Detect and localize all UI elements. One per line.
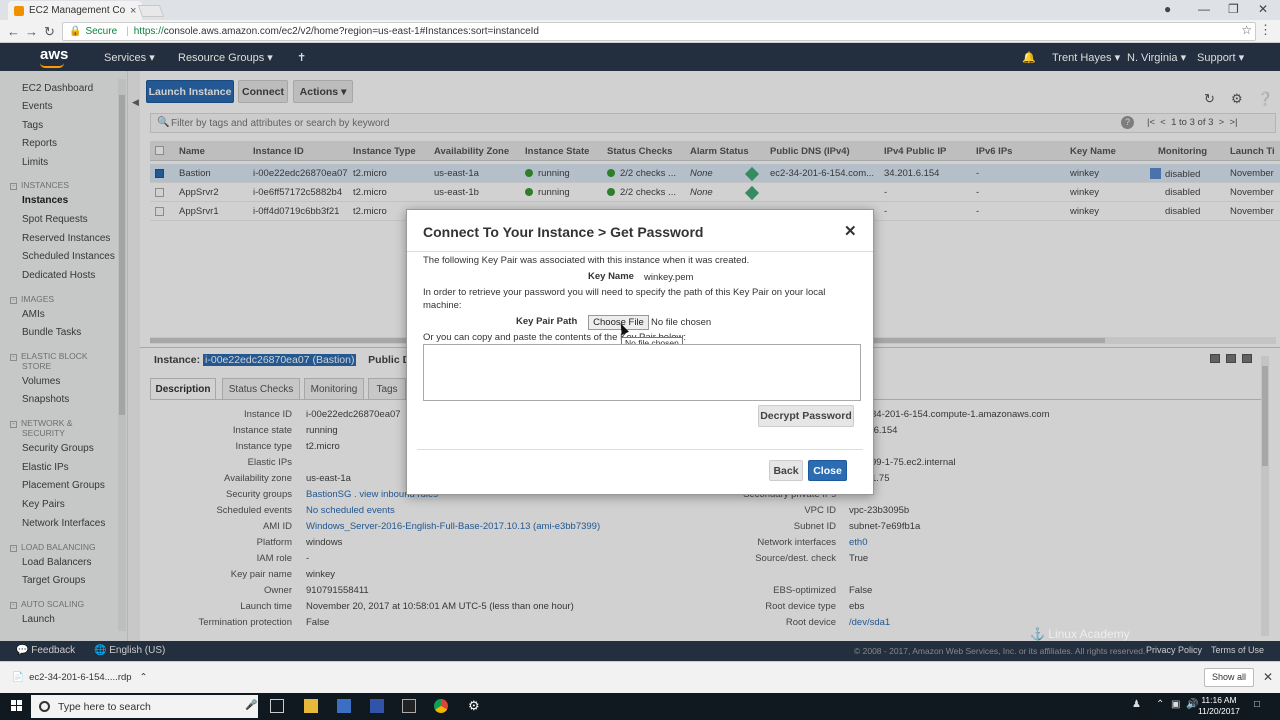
key-name-value: winkey.pem (644, 272, 694, 283)
feedback-link[interactable]: 💬 Feedback (16, 645, 75, 656)
minimize-icon[interactable]: — (1198, 2, 1210, 16)
user-label: Trent Hayes (1052, 52, 1112, 64)
watermark-logo-icon: ⚓ (1030, 627, 1045, 641)
key-pair-contents-textarea[interactable] (423, 344, 861, 401)
tab-title: EC2 Management Conso (29, 5, 125, 16)
intro-text: The following Key Pair was associated wi… (423, 255, 750, 266)
bookmark-star-icon[interactable]: ☆ (1241, 23, 1252, 37)
region-menu[interactable]: N. Virginia ▾ (1127, 51, 1186, 64)
aws-logo[interactable]: aws (40, 46, 69, 68)
watermark-text: Linux Academy (1048, 627, 1130, 641)
microphone-icon[interactable]: 🎤 (245, 700, 257, 711)
key-name-label: Key Name (588, 271, 634, 282)
terminal-icon[interactable] (402, 699, 416, 713)
instructions-text: In order to retrieve your password you w… (423, 287, 826, 311)
terms-link[interactable]: Terms of Use (1211, 645, 1264, 655)
forward-arrow-icon[interactable]: → (25, 24, 38, 39)
tray-chevron-icon[interactable]: ⌃ (1156, 699, 1164, 710)
url-scheme: https:// (133, 26, 164, 37)
aws-top-nav: aws Services ▾ Resource Groups ▾ ✝ 🔔 Tre… (0, 43, 1280, 71)
url-input[interactable]: 🔒 Secure | https:// console.aws.amazon.c… (62, 22, 1256, 41)
close-shelf-icon[interactable]: ✕ (1263, 670, 1273, 684)
services-label: Services (104, 52, 147, 64)
taskbar-search-input[interactable]: Type here to search 🎤 (31, 695, 258, 718)
app-icon[interactable] (337, 699, 351, 713)
copyright-text: © 2008 - 2017, Amazon Web Services, Inc.… (854, 646, 1146, 656)
language-selector[interactable]: 🌐 English (US) (94, 645, 165, 656)
task-view-icon[interactable] (270, 699, 284, 713)
decrypt-password-button[interactable]: Decrypt Password (758, 405, 854, 427)
close-tab-icon[interactable]: × (130, 5, 136, 17)
lock-icon: 🔒 (69, 26, 82, 37)
back-arrow-icon[interactable]: ← (7, 24, 20, 39)
support-menu[interactable]: Support ▾ (1197, 51, 1244, 64)
linux-academy-watermark: ⚓ Linux Academy (1030, 627, 1130, 641)
no-file-chosen-text: No file chosen (651, 317, 712, 328)
back-button[interactable]: Back (769, 460, 803, 481)
restore-icon[interactable]: ❐ (1228, 2, 1239, 16)
dialog-divider (407, 251, 873, 252)
action-center-icon[interactable]: □ (1254, 699, 1260, 710)
region-label: N. Virginia (1127, 52, 1178, 64)
profile-icon[interactable]: ● (1164, 2, 1171, 16)
new-tab-button[interactable] (137, 5, 165, 17)
show-all-button[interactable]: Show all (1204, 668, 1254, 687)
console-footer: 💬 Feedback 🌐 English (US) © 2008 - 2017,… (0, 641, 1280, 661)
get-password-dialog: Connect To Your Instance > Get Password … (406, 209, 874, 495)
browser-tab-strip: EC2 Management Conso × ● — ❐ ✕ (0, 0, 1280, 20)
downloads-shelf: 📄 ec2-34-201-6-154.....rdp ⌃ Show all ✕ (0, 661, 1280, 693)
search-icon (39, 701, 50, 712)
language-label: English (US) (109, 645, 166, 656)
user-menu[interactable]: Trent Hayes ▾ (1052, 51, 1120, 64)
download-filename: ec2-34-201-6-154.....rdp (29, 672, 132, 683)
browser-tab[interactable]: EC2 Management Conso × (8, 1, 142, 20)
url-text: console.aws.amazon.com/ec2/v2/home?regio… (163, 26, 539, 37)
url-separator: | (126, 26, 129, 37)
close-icon[interactable]: ✕ (844, 222, 857, 240)
taskbar-search-placeholder: Type here to search (58, 700, 151, 713)
support-label: Support (1197, 52, 1236, 64)
network-icon[interactable]: ▣ (1171, 699, 1180, 710)
clock-date: 11/20/2017 (1198, 706, 1240, 716)
close-button[interactable]: Close (808, 460, 847, 481)
volume-icon[interactable]: 🔊 (1186, 699, 1198, 710)
pin-icon[interactable]: ✝ (297, 51, 306, 64)
privacy-policy-link[interactable]: Privacy Policy (1146, 645, 1202, 655)
clock-time: 11:16 AM (1201, 695, 1237, 705)
file-explorer-icon[interactable] (304, 699, 318, 713)
chrome-icon[interactable] (434, 699, 448, 713)
dialog-title: Connect To Your Instance > Get Password (423, 224, 704, 240)
browser-menu-icon[interactable]: ⋮ (1259, 22, 1272, 38)
reload-icon[interactable]: ↻ (44, 24, 55, 40)
services-menu[interactable]: Services ▾ (104, 51, 155, 64)
key-pair-path-label: Key Pair Path (516, 316, 578, 327)
powershell-icon[interactable] (370, 699, 384, 713)
secure-label: Secure (85, 26, 118, 37)
resource-groups-label: Resource Groups (178, 52, 265, 64)
taskbar-clock[interactable]: 11:16 AM 11/20/2017 (1198, 695, 1240, 717)
people-icon[interactable]: ♟ (1132, 699, 1141, 710)
resource-groups-menu[interactable]: Resource Groups ▾ (178, 51, 273, 64)
aws-favicon-icon (14, 5, 24, 16)
bell-icon[interactable]: 🔔 (1022, 51, 1036, 64)
dialog-footer-divider (417, 449, 863, 450)
settings-gear-icon[interactable]: ⚙ (468, 698, 482, 713)
feedback-label: Feedback (31, 645, 76, 656)
download-item[interactable]: 📄 ec2-34-201-6-154.....rdp ⌃ (12, 672, 147, 683)
windows-taskbar: Type here to search 🎤 ⚙ ♟ ⌃ ▣ 🔊 11:16 AM… (0, 693, 1280, 720)
address-bar: ← → ↻ 🔒 Secure | https:// console.aws.am… (0, 20, 1280, 43)
close-window-icon[interactable]: ✕ (1258, 2, 1268, 16)
aws-smile-icon (40, 63, 64, 68)
windows-start-icon[interactable] (11, 700, 23, 712)
aws-logo-text: aws (40, 46, 69, 63)
